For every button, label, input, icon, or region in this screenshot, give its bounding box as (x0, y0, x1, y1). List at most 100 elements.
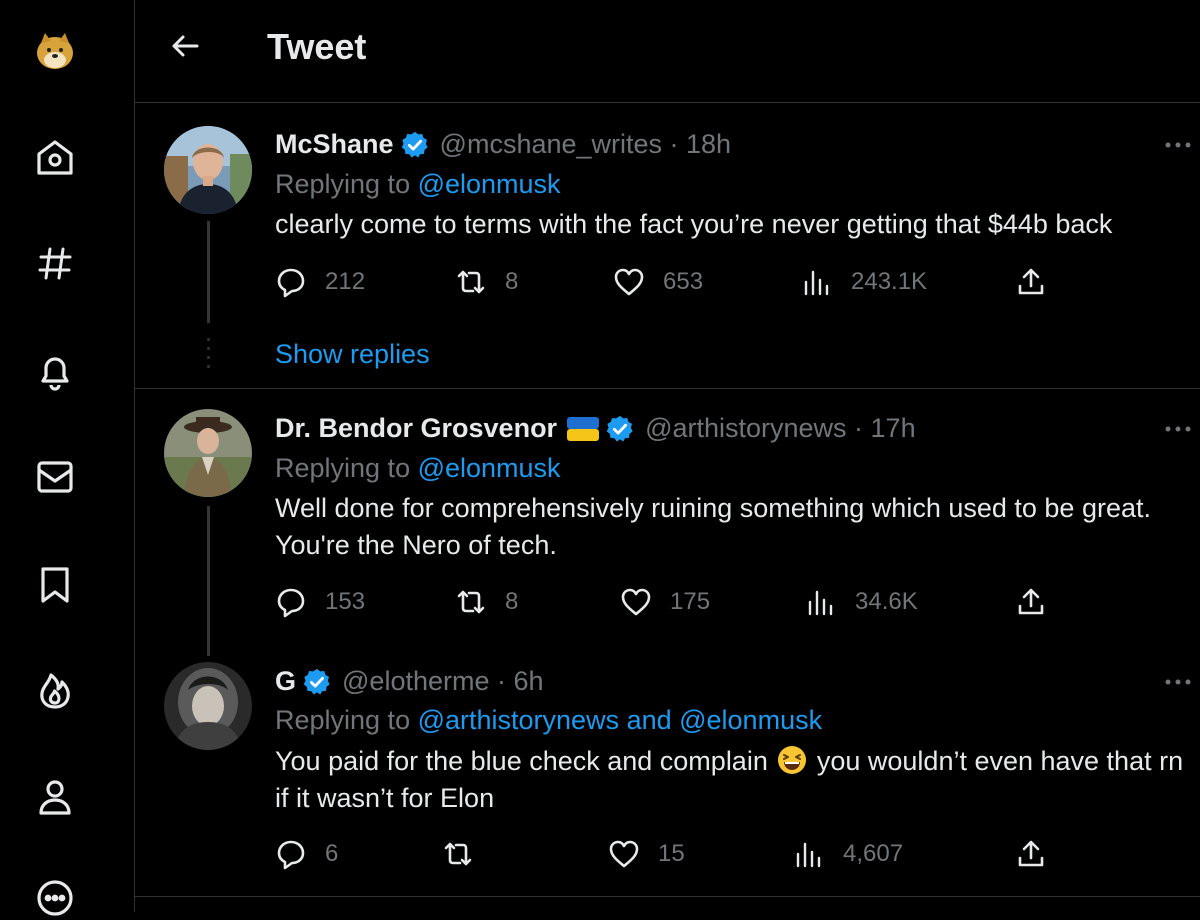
tweet-actions: 153 8 175 34.6K (275, 586, 1195, 626)
replying-to: Replying to @elonmusk (275, 453, 561, 484)
tweet-header: G @elotherme · 6h (275, 666, 544, 697)
heart-icon (614, 268, 644, 296)
thread-line (207, 506, 210, 656)
views-chart-icon (796, 842, 821, 868)
views-button[interactable]: 34.6K (805, 586, 918, 618)
verified-badge-icon (303, 668, 330, 694)
retweet-icon (457, 270, 485, 294)
heart-icon (621, 588, 651, 616)
reply-count: 153 (325, 588, 366, 615)
like-count: 653 (663, 268, 704, 295)
profile-icon[interactable] (33, 775, 77, 819)
like-count: 175 (670, 588, 711, 615)
avatar[interactable] (164, 409, 252, 497)
reply-count: 212 (325, 268, 366, 295)
more-options-icon[interactable] (1160, 419, 1200, 439)
sidebar (0, 0, 135, 916)
retweet-icon (444, 842, 472, 866)
like-count: 15 (658, 840, 685, 867)
mention-link[interactable]: @arthistorynews and @elonmusk (418, 705, 823, 735)
views-count: 34.6K (855, 588, 918, 615)
replying-to-label: Replying to (275, 453, 418, 483)
tweet-1[interactable]: McShane @mcshane_writes · 18h Replying t… (135, 103, 1200, 388)
display-name[interactable]: G (275, 666, 296, 697)
more-circle-icon[interactable] (33, 876, 77, 920)
replying-to: Replying to @elonmusk (275, 169, 561, 200)
show-replies-link[interactable]: Show replies (275, 339, 430, 370)
share-button[interactable] (1015, 266, 1065, 298)
tweet-text: Well done for comprehensively ruining so… (275, 490, 1200, 564)
tweet-2[interactable]: Dr. Bendor Grosvenor @arthistorynews · 1… (135, 389, 1200, 656)
retweet-button[interactable]: 8 (455, 266, 518, 298)
reply-icon (277, 268, 305, 298)
hashtag-icon[interactable] (33, 241, 77, 285)
retweet-button[interactable]: 8 (455, 586, 518, 618)
home-icon[interactable] (33, 135, 77, 179)
bookmark-icon[interactable] (33, 563, 77, 607)
heart-icon (609, 840, 639, 868)
replying-to-label: Replying to (275, 705, 418, 735)
like-button[interactable]: 653 (613, 266, 703, 298)
views-button[interactable]: 4,607 (793, 838, 903, 870)
replying-to-label: Replying to (275, 169, 418, 199)
retweet-count: 8 (505, 588, 519, 615)
verified-badge-icon (401, 131, 428, 157)
flame-icon[interactable] (33, 669, 77, 713)
mention-link[interactable]: @elonmusk (418, 453, 561, 483)
avatar[interactable] (164, 126, 252, 214)
replying-to: Replying to @arthistorynews and @elonmus… (275, 705, 822, 736)
tweet-text: clearly come to terms with the fact you’… (275, 209, 1113, 239)
page-title: Tweet (267, 26, 367, 67)
divider (135, 896, 1200, 897)
tweet-text-part: You paid for the blue check and complain (275, 746, 768, 776)
reply-count: 6 (325, 840, 339, 867)
reply-icon (277, 840, 305, 870)
retweet-count: 8 (505, 268, 519, 295)
share-icon (1018, 268, 1044, 295)
views-chart-icon (808, 590, 833, 616)
retweet-icon (457, 590, 485, 614)
handle-time[interactable]: @arthistorynews · 17h (645, 413, 916, 444)
views-count: 4,607 (843, 840, 904, 867)
doge-logo-icon[interactable] (33, 29, 77, 73)
display-name[interactable]: Dr. Bendor Grosvenor (275, 413, 557, 444)
views-chart-icon (804, 270, 829, 296)
reply-button[interactable]: 6 (275, 838, 338, 870)
reply-button[interactable]: 212 (275, 266, 365, 298)
tweet-actions: 6 15 4,607 (275, 838, 1195, 878)
share-icon (1018, 588, 1044, 615)
reply-button[interactable]: 153 (275, 586, 365, 618)
views-button[interactable]: 243.1K (801, 266, 927, 298)
tweet-text: You paid for the blue check and complain… (275, 743, 1195, 817)
more-options-icon[interactable] (1160, 135, 1200, 155)
verified-badge-icon (606, 415, 633, 441)
page-header: Tweet (135, 0, 1200, 103)
mail-icon[interactable] (33, 455, 77, 499)
reply-icon (277, 588, 305, 618)
views-count: 243.1K (851, 268, 928, 295)
mention-link[interactable]: @elonmusk (418, 169, 561, 199)
tweet-text-line: Well done for comprehensively ruining so… (275, 493, 1151, 523)
share-button[interactable] (1015, 586, 1065, 618)
retweet-button[interactable] (442, 838, 492, 870)
more-options-icon[interactable] (1160, 672, 1200, 692)
tweet-header: McShane @mcshane_writes · 18h (275, 129, 731, 160)
ukraine-flag-icon (567, 416, 600, 441)
share-button[interactable] (1015, 838, 1065, 870)
thread-dots (207, 338, 210, 374)
handle-time[interactable]: @elotherme · 6h (342, 666, 544, 697)
display-name[interactable]: McShane (275, 129, 394, 160)
tweet-actions: 212 8 653 243.1K (275, 266, 1195, 306)
tweet-3[interactable]: G @elotherme · 6h Replying to @arthistor… (135, 643, 1200, 895)
back-arrow-icon[interactable] (165, 26, 205, 66)
thread-line (207, 221, 210, 323)
like-button[interactable]: 175 (620, 586, 710, 618)
avatar[interactable] (164, 662, 252, 750)
bell-icon[interactable] (33, 349, 77, 393)
share-icon (1018, 840, 1044, 867)
handle-time[interactable]: @mcshane_writes · 18h (440, 129, 732, 160)
tweet-text-line: You're the Nero of tech. (275, 530, 557, 560)
like-button[interactable]: 15 (608, 838, 685, 870)
tweet-header: Dr. Bendor Grosvenor @arthistorynews · 1… (275, 413, 916, 444)
laughing-emoji-icon (778, 746, 807, 774)
